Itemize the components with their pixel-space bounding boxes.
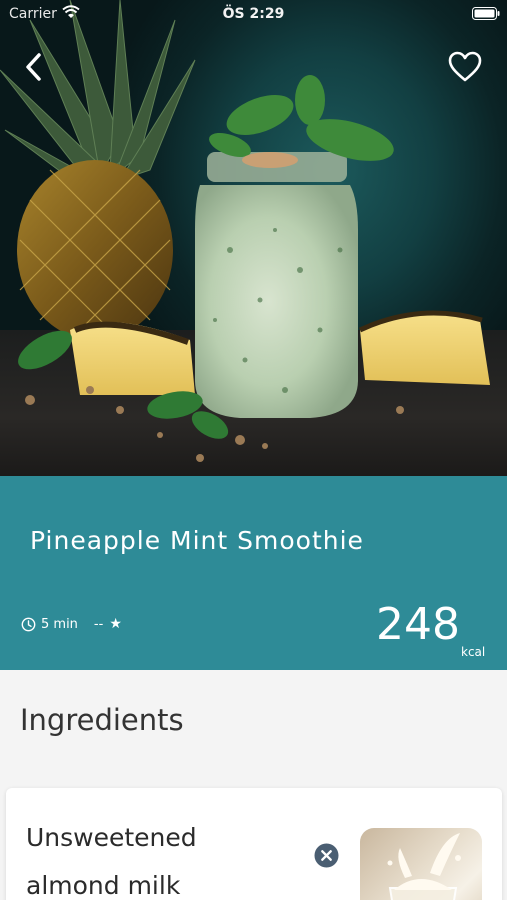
- recipe-summary-banner: Pineapple Mint Smoothie 5 min -- ★ 248 k…: [0, 476, 507, 670]
- close-circle-icon: [314, 843, 339, 868]
- recipe-hero-image: Carrier ÖS 2:29: [0, 0, 507, 476]
- back-button[interactable]: [18, 50, 52, 84]
- remove-ingredient-button[interactable]: [314, 843, 339, 868]
- ingredient-image: [360, 828, 482, 900]
- granola-topping: [242, 152, 298, 168]
- ingredient-name: Unsweetened almond milk: [26, 823, 197, 900]
- status-bar: Carrier ÖS 2:29: [0, 0, 507, 28]
- ingredient-card[interactable]: Unsweetened almond milk: [6, 788, 502, 900]
- recipe-meta: 5 min -- ★: [21, 616, 122, 632]
- star-icon: ★: [109, 616, 122, 632]
- pineapple-slice-left: [70, 322, 195, 395]
- calorie-count: 248: [376, 599, 460, 650]
- battery-icon: [472, 7, 500, 20]
- milk-splash-illustration: [387, 833, 461, 900]
- favorite-button[interactable]: [446, 50, 484, 84]
- clock-icon: [21, 617, 36, 631]
- prep-time: 5 min: [41, 616, 78, 632]
- rating-value: --: [93, 616, 104, 632]
- smoothie-jar: [195, 185, 358, 418]
- pineapple-body: [17, 160, 173, 340]
- hero-illustration: [0, 0, 490, 462]
- recipe-title: Pineapple Mint Smoothie: [30, 526, 364, 555]
- status-time: ÖS 2:29: [222, 6, 285, 22]
- heart-outline-icon: [448, 51, 482, 82]
- ingredients-heading: Ingredients: [20, 703, 184, 737]
- ingredients-section: Ingredients Unsweetened almond milk: [0, 670, 507, 900]
- calorie-unit: kcal: [461, 645, 486, 659]
- chevron-left-icon: [26, 53, 41, 81]
